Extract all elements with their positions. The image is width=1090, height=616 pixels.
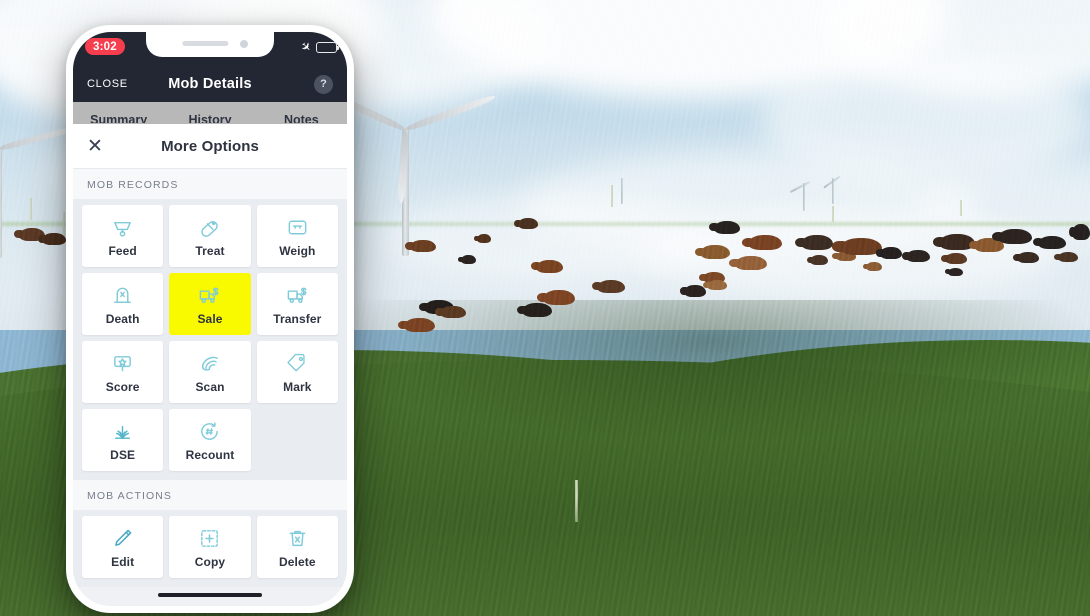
tile-death[interactable]: Death — [82, 273, 164, 335]
sheet-title: More Options — [161, 137, 259, 155]
tile-dse[interactable]: DSE — [82, 409, 164, 471]
tile-recount[interactable]: Recount — [169, 409, 251, 471]
tile-placeholder — [257, 409, 338, 471]
copy-icon — [198, 527, 222, 551]
tile-label: Delete — [279, 554, 316, 569]
tile-sale[interactable]: Sale — [169, 273, 251, 335]
status-bar: 3:02 ✈ — [73, 32, 347, 66]
close-icon[interactable]: ✕ — [87, 137, 103, 156]
tag-icon — [285, 352, 309, 376]
feed-trough-icon — [111, 216, 135, 240]
tile-label: Transfer — [273, 311, 322, 326]
recording-time-badge: 3:02 — [85, 38, 125, 55]
tile-label: DSE — [110, 447, 136, 462]
nav-bar: CLOSE Mob Details ? — [73, 66, 347, 102]
notch — [146, 32, 274, 57]
front-camera — [240, 40, 248, 48]
speaker-grille — [182, 41, 229, 46]
battery-icon — [316, 41, 340, 53]
tile-label: Death — [105, 311, 140, 326]
ultrasound-icon — [198, 352, 222, 376]
tile-label: Weigh — [279, 243, 316, 258]
pill-icon — [198, 216, 222, 240]
tile-mark[interactable]: Mark — [256, 341, 338, 403]
tile-label: Edit — [111, 554, 135, 569]
airplane-icon: ✈ — [297, 38, 315, 56]
help-icon[interactable]: ? — [314, 74, 333, 94]
hash-refresh-icon — [198, 420, 222, 444]
tile-scan[interactable]: Scan — [169, 341, 251, 403]
section-label-mob-records: MOB RECORDS — [73, 169, 347, 199]
tile-label: Feed — [108, 243, 137, 258]
truck-dollar-icon — [285, 284, 309, 308]
tile-label: Scan — [195, 379, 225, 394]
grass-icon — [111, 420, 135, 444]
tile-delete[interactable]: Delete — [256, 516, 338, 578]
gravestone-icon — [111, 284, 135, 308]
mob-records-grid: Feed Treat Weigh Death Sale Transfer Sco… — [73, 199, 347, 480]
tile-feed[interactable]: Feed — [82, 205, 164, 267]
tile-treat[interactable]: Treat — [169, 205, 251, 267]
sheet-header: ✕ More Options — [73, 124, 347, 169]
truck-dollar-icon — [198, 284, 222, 308]
more-options-sheet: ✕ More Options MOB RECORDS Feed Treat We… — [73, 124, 347, 606]
tab-bar: Summary History Notes — [73, 102, 347, 124]
tile-label: Treat — [195, 243, 225, 258]
tile-transfer[interactable]: Transfer — [256, 273, 338, 335]
tile-copy[interactable]: Copy — [169, 516, 251, 578]
tile-label: Copy — [194, 554, 226, 569]
phone-mockup: 3:02 ✈ CLOSE Mob Details ? Summary Histo… — [66, 25, 354, 613]
sign-star-icon — [111, 352, 135, 376]
tile-label: Recount — [185, 447, 235, 462]
tab-summary[interactable]: Summary — [73, 114, 164, 123]
tile-weigh[interactable]: Weigh — [256, 205, 338, 267]
tile-edit[interactable]: Edit — [82, 516, 164, 578]
tab-notes[interactable]: Notes — [256, 114, 347, 123]
phone-screen: 3:02 ✈ CLOSE Mob Details ? Summary Histo… — [73, 32, 347, 606]
status-icons: ✈ — [297, 38, 340, 56]
close-button[interactable]: CLOSE — [87, 78, 128, 90]
mob-actions-grid: Edit Copy Delete — [73, 510, 347, 587]
tile-label: Mark — [283, 379, 312, 394]
tile-label: Score — [105, 379, 140, 394]
pencil-icon — [111, 527, 135, 551]
scale-icon — [285, 216, 309, 240]
trash-x-icon — [285, 527, 309, 551]
tile-score[interactable]: Score — [82, 341, 164, 403]
tab-history[interactable]: History — [164, 114, 255, 123]
tile-label: Sale — [197, 311, 223, 326]
home-indicator[interactable] — [158, 593, 262, 597]
section-label-mob-actions: MOB ACTIONS — [73, 480, 347, 510]
